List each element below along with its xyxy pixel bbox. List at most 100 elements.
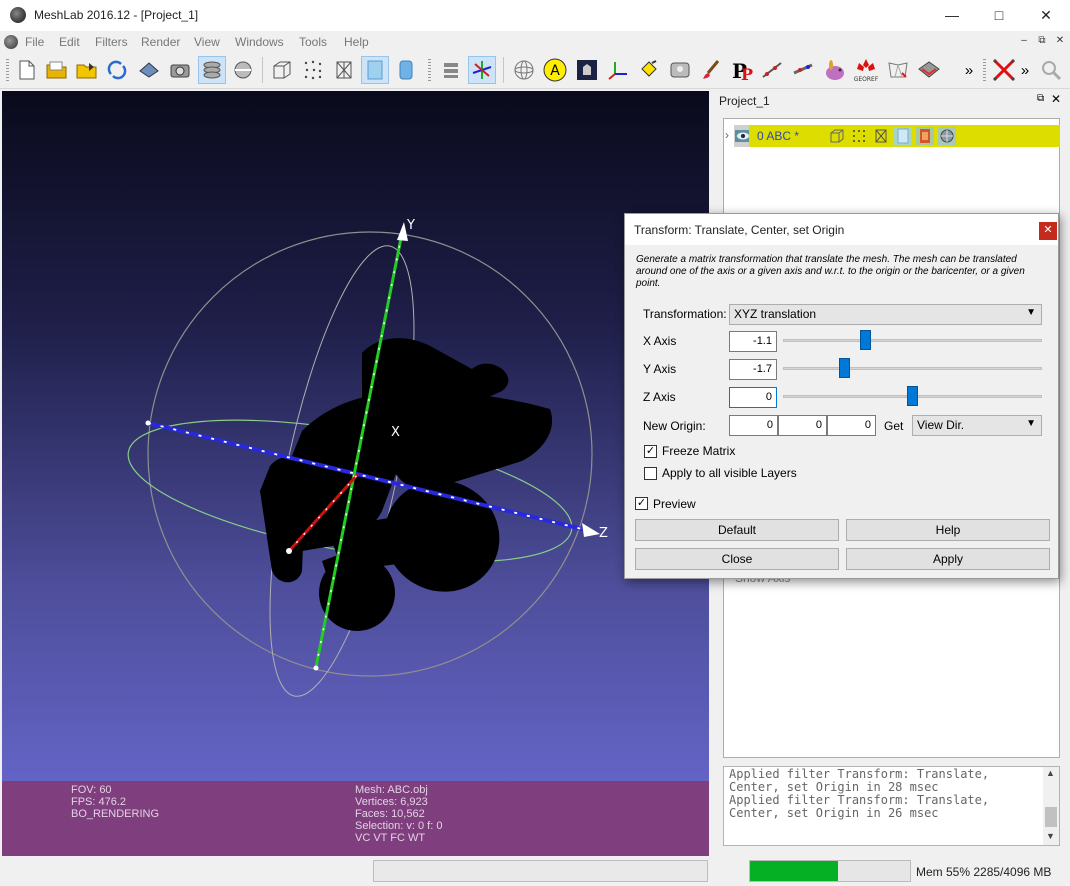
open-project-icon[interactable] [43, 56, 71, 84]
layer-texture-icon[interactable] [916, 127, 934, 145]
save-snapshot-icon[interactable] [135, 56, 163, 84]
apply-button[interactable]: Apply [846, 548, 1050, 570]
scroll-up-icon[interactable]: ▲ [1046, 768, 1055, 778]
close-button[interactable]: Close [635, 548, 839, 570]
layer-points-icon[interactable] [850, 127, 868, 145]
select-faces-icon[interactable] [884, 56, 912, 84]
flat-shading-icon[interactable] [361, 56, 389, 84]
pick-points-icon[interactable] [790, 56, 818, 84]
xyz-axis-icon[interactable] [604, 56, 632, 84]
restore-icon: ⧉ [1037, 93, 1045, 104]
layer-row[interactable]: 0 ABC * [749, 125, 1060, 147]
transformation-value: XYZ translation [734, 307, 817, 321]
menu-edit[interactable]: Edit [59, 35, 80, 49]
reload-icon[interactable] [103, 56, 131, 84]
trackball-icon[interactable] [510, 56, 538, 84]
origin-z-field[interactable]: 0 [827, 415, 876, 436]
x-axis-slider-handle[interactable] [859, 330, 871, 350]
layer-flat-icon[interactable] [894, 127, 912, 145]
close-panel-button[interactable]: ✕ [1051, 92, 1061, 106]
menu-tools[interactable]: Tools [299, 35, 327, 49]
float-panel-button[interactable]: ⧉ [1037, 93, 1044, 104]
get-direction-select[interactable]: View Dir. ▼ [912, 415, 1042, 436]
get-label: Get [884, 419, 904, 433]
layer-wireframe-icon[interactable] [872, 127, 890, 145]
default-button[interactable]: Default [635, 519, 839, 541]
maximize-icon: □ [994, 7, 1004, 23]
3d-viewport[interactable]: Y Z X [2, 91, 709, 856]
preview-label: Preview [653, 497, 696, 511]
minimize-button[interactable]: — [929, 0, 975, 31]
delete-selection-icon[interactable] [990, 56, 1018, 84]
preview-checkbox[interactable]: ✓ [635, 497, 648, 510]
menu-render[interactable]: Render [141, 35, 180, 49]
smooth-shading-icon[interactable] [392, 56, 420, 84]
origin-y-field[interactable]: 0 [778, 415, 827, 436]
text-annotation-icon[interactable]: A [541, 56, 569, 84]
transform-dialog: Transform: Translate, Center, set Origin… [624, 213, 1059, 579]
bounding-box-icon[interactable] [268, 56, 296, 84]
info-overlay: FOV: 60 FPS: 476.2 BO_RENDERING Mesh: AB… [2, 781, 709, 856]
scroll-down-icon[interactable]: ▼ [1046, 831, 1055, 841]
y-axis-field[interactable]: -1.7 [729, 359, 777, 380]
raster-layers-icon[interactable] [437, 56, 465, 84]
dialog-title: Transform: Translate, Center, set Origin [634, 223, 845, 237]
mdi-minimize-button[interactable]: – [1016, 34, 1032, 49]
brush-icon[interactable] [697, 56, 725, 84]
select-vertices-icon[interactable] [915, 56, 943, 84]
new-project-icon[interactable] [13, 56, 41, 84]
dialog-close-button[interactable]: ✕ [1039, 222, 1057, 240]
scroll-thumb[interactable] [1045, 807, 1057, 827]
svg-text:GEOREF: GEOREF [854, 76, 879, 83]
paint-bucket-icon[interactable] [635, 56, 663, 84]
layer-sphere-icon[interactable] [938, 127, 956, 145]
toolbar-overflow-button-2[interactable]: » [1015, 56, 1035, 84]
z-axis-field[interactable]: 0 [729, 387, 777, 408]
x-axis-slider[interactable] [783, 339, 1042, 342]
menu-windows[interactable]: Windows [235, 35, 284, 49]
camera-icon[interactable] [166, 56, 194, 84]
dialog-titlebar[interactable]: Transform: Translate, Center, set Origin… [625, 214, 1058, 245]
maximize-button[interactable]: □ [976, 0, 1022, 31]
transformation-select[interactable]: XYZ translation ▼ [729, 304, 1042, 325]
help-button[interactable]: Help [846, 519, 1050, 541]
x-axis-field[interactable]: -1.1 [729, 331, 777, 352]
chevron-down-icon: ▼ [1026, 418, 1036, 429]
layers-icon[interactable] [198, 56, 226, 84]
menu-help[interactable]: Help [344, 35, 369, 49]
pp-icon[interactable]: PP [729, 56, 757, 84]
menu-file[interactable]: File [25, 35, 44, 49]
light-icon[interactable] [229, 56, 257, 84]
texture-icon[interactable] [573, 56, 601, 84]
y-axis-slider[interactable] [783, 367, 1042, 370]
mdi-close-button[interactable]: ✕ [1052, 34, 1068, 49]
expand-chevron-icon[interactable]: › [725, 128, 729, 142]
apply-all-layers-checkbox[interactable] [644, 467, 657, 480]
menu-filters[interactable]: Filters [95, 35, 128, 49]
mdi-restore-button[interactable]: ⧉ [1034, 34, 1050, 49]
toolbar-overflow-button[interactable]: » [958, 56, 980, 84]
toolbar-separator [262, 57, 263, 83]
y-axis-slider-handle[interactable] [839, 358, 851, 378]
origin-x-field[interactable]: 0 [729, 415, 778, 436]
close-window-button[interactable]: ✕ [1023, 0, 1069, 31]
x-axis-label: X [391, 425, 400, 440]
wireframe-icon[interactable] [330, 56, 358, 84]
georef-icon[interactable]: GEOREF [852, 56, 880, 84]
freeze-matrix-checkbox[interactable]: ✓ [644, 445, 657, 458]
menu-view[interactable]: View [194, 35, 220, 49]
x-axis-label: X Axis [643, 334, 677, 348]
y-axis-label: Y Axis [643, 362, 677, 376]
select-region-icon[interactable] [666, 56, 694, 84]
align-icon[interactable] [759, 56, 787, 84]
rabbit-icon[interactable] [821, 56, 849, 84]
log-window: Applied filter Transform: Translate, Cen… [723, 766, 1060, 846]
document-icon[interactable] [4, 35, 18, 49]
z-axis-slider-handle[interactable] [906, 386, 918, 406]
points-icon[interactable] [299, 56, 327, 84]
import-mesh-icon[interactable] [73, 56, 101, 84]
log-scrollbar[interactable]: ▲ ▼ [1043, 767, 1059, 845]
search-icon[interactable] [1037, 56, 1065, 84]
layer-box-icon[interactable] [828, 127, 846, 145]
axis-icon[interactable] [468, 56, 496, 84]
